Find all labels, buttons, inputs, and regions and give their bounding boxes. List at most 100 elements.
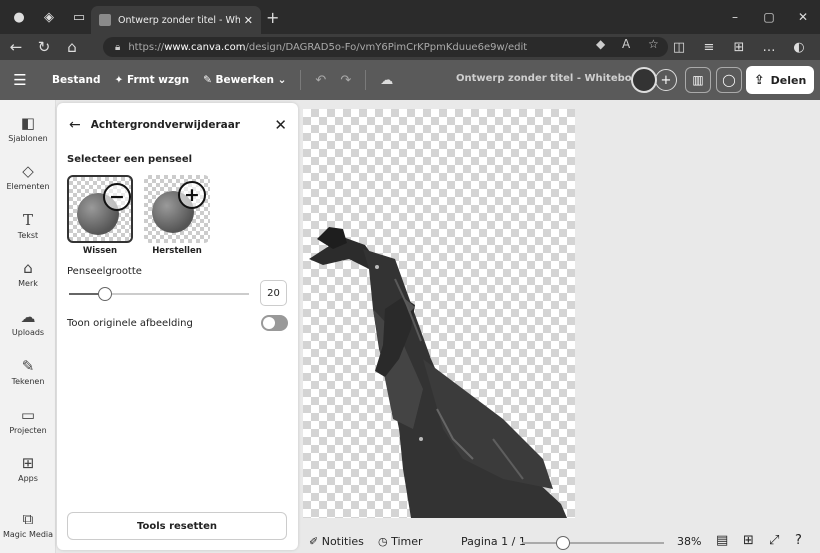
sidebar-item-brand[interactable]: ⌂ Merk — [0, 259, 56, 288]
erase-brush-label: Wissen — [82, 246, 118, 256]
more-icon[interactable]: … — [754, 40, 784, 55]
sidebar-item-text[interactable]: T Tekst — [0, 211, 56, 240]
read-aloud-icon[interactable]: A — [622, 37, 630, 51]
sidebar-item-projects[interactable]: ▭ Projecten — [0, 406, 56, 435]
minimize-icon[interactable]: – — [718, 0, 752, 34]
plus-icon: + — [178, 181, 206, 209]
browser-tab[interactable]: Ontwerp zonder titel - Whiteboard ✕ — [91, 6, 261, 34]
tab-actions-icon[interactable]: ▭ — [68, 6, 90, 28]
panel-title: Achtergrondverwijderaar — [90, 119, 240, 131]
analytics-icon[interactable]: ▥ — [685, 67, 711, 93]
notes-button[interactable]: ✐ Notities — [309, 535, 364, 548]
page-indicator[interactable]: Pagina 1 / 1 — [461, 535, 526, 548]
page-view-icon[interactable]: ▤ — [716, 533, 728, 548]
sidebar-item-label: Magic Media — [2, 530, 54, 539]
design-canvas[interactable] — [303, 109, 575, 518]
collections-icon[interactable]: ⊞ — [724, 40, 754, 55]
favorite-icon[interactable]: ☆ — [648, 37, 659, 51]
back-icon[interactable]: ← — [4, 35, 28, 59]
avatar[interactable] — [631, 67, 657, 93]
workspaces-icon[interactable]: ◈ — [38, 6, 60, 28]
resize-menu[interactable]: ✦ Frmt wzgn — [114, 74, 189, 86]
folder-icon: ▭ — [20, 406, 36, 424]
url-host: www.canva.com — [164, 41, 246, 53]
sidebar-item-draw[interactable]: ✎ Tekenen — [0, 357, 56, 386]
profile-icon[interactable]: ● — [8, 6, 30, 28]
url-path: /design/DAGRAD5o-Fo/vmY6PimCrKPpmKduue6e… — [245, 41, 528, 53]
edit-label: Bewerken — [215, 74, 274, 86]
canva-header: ☰ Bestand ✦ Frmt wzgn ✎ Bewerken ⌄ ↶ ↷ ☁… — [0, 60, 820, 100]
address-bar-row: ← ↻ ⌂ 🔒︎ https://www.canva.com/design/DA… — [0, 34, 820, 60]
cutout-person-image — [309, 227, 567, 518]
timer-label: Timer — [391, 535, 423, 548]
apps-icon: ⊞ — [21, 454, 35, 472]
brush-size-input[interactable]: 20 — [260, 280, 287, 306]
favorites-list-icon[interactable]: ≡ — [694, 40, 724, 55]
home-icon[interactable]: ⌂ — [60, 35, 84, 59]
comment-icon[interactable]: ◯ — [716, 67, 742, 93]
resize-icon: ✦ — [114, 74, 127, 86]
text-icon: T — [22, 211, 33, 229]
sidebar-item-label: Tekst — [17, 231, 39, 240]
restore-brush-button[interactable]: + — [144, 175, 210, 243]
sidebar-item-elements[interactable]: ◇ Elementen — [0, 162, 56, 191]
undo-icon[interactable]: ↶ — [315, 73, 326, 88]
redo-icon[interactable]: ↷ — [340, 73, 351, 88]
magic-media-icon: ⧉ — [22, 510, 34, 528]
copilot-icon[interactable]: ◐ — [784, 40, 814, 55]
resize-label: Frmt wzgn — [126, 74, 190, 86]
sidebar-item-apps[interactable]: ⊞ Apps — [0, 454, 56, 483]
add-collaborator-button[interactable]: + — [655, 69, 677, 91]
restore-brush-label: Herstellen — [152, 246, 202, 256]
sidebar-item-uploads[interactable]: ☁ Uploads — [0, 308, 56, 337]
share-button[interactable]: ⇪ Delen — [746, 66, 814, 94]
url-field[interactable]: 🔒︎ https://www.canva.com/design/DAGRAD5o… — [103, 37, 668, 57]
sidebar-item-label: Sjablonen — [8, 134, 48, 143]
brush-heading: Selecteer een penseel — [67, 154, 193, 165]
document-title[interactable]: Ontwerp zonder titel - Whiteboard — [456, 73, 650, 84]
edit-menu[interactable]: ✎ Bewerken ⌄ — [203, 74, 286, 86]
brush-size-label: Penseelgrootte — [67, 266, 142, 277]
elements-icon: ◇ — [22, 162, 34, 180]
canva-favicon-icon — [99, 14, 111, 26]
minus-icon: − — [103, 183, 131, 211]
file-menu[interactable]: Bestand — [52, 74, 100, 86]
menu-icon[interactable]: ☰ — [2, 71, 38, 89]
close-window-icon[interactable]: ✕ — [786, 0, 820, 34]
sidebar-item-label: Apps — [18, 474, 38, 483]
zoom-value[interactable]: 38% — [677, 535, 701, 548]
divider — [365, 70, 367, 90]
erase-brush-button[interactable]: − — [67, 175, 133, 243]
draw-icon: ✎ — [21, 357, 35, 375]
sidebar-item-magic-media[interactable]: ⧉ Magic Media — [0, 510, 56, 539]
show-original-toggle[interactable] — [261, 315, 288, 331]
sidebar-item-label: Elementen — [6, 182, 50, 191]
close-tab-icon[interactable]: ✕ — [244, 14, 253, 27]
split-screen-icon[interactable]: ◫ — [664, 40, 694, 55]
template-icon: ◧ — [20, 114, 36, 132]
back-arrow-icon[interactable]: ← — [69, 117, 81, 133]
sidebar-item-templates[interactable]: ◧ Sjablonen — [0, 114, 56, 143]
new-tab-icon[interactable]: + — [266, 8, 279, 27]
close-icon[interactable]: ✕ — [274, 116, 287, 134]
brush-size-slider-handle[interactable] — [98, 287, 112, 301]
grid-view-icon[interactable]: ⊞ — [743, 533, 754, 548]
brand-icon: ⌂ — [23, 259, 33, 277]
upload-icon: ☁ — [20, 308, 36, 326]
timer-button[interactable]: ◷ Timer — [378, 535, 423, 548]
zoom-slider-track[interactable] — [522, 542, 664, 544]
reset-tools-button[interactable]: Tools resetten — [67, 512, 287, 540]
divider — [300, 70, 302, 90]
maximize-icon[interactable]: ▢ — [752, 0, 786, 34]
help-icon[interactable]: ? — [795, 533, 802, 548]
background-remover-panel: ← Achtergrondverwijderaar ✕ Selecteer ee… — [57, 103, 298, 550]
share-icon: ⇪ — [753, 72, 765, 88]
cloud-saved-icon[interactable]: ☁ — [380, 73, 393, 88]
fullscreen-icon[interactable]: ⤢ — [769, 533, 779, 548]
extension-icon[interactable]: ◆ — [596, 37, 605, 51]
sidebar-item-label: Merk — [18, 279, 38, 288]
toggle-knob — [263, 317, 275, 329]
show-original-label: Toon originele afbeelding — [67, 318, 193, 329]
refresh-icon[interactable]: ↻ — [32, 35, 56, 59]
notes-icon: ✐ — [309, 535, 322, 548]
